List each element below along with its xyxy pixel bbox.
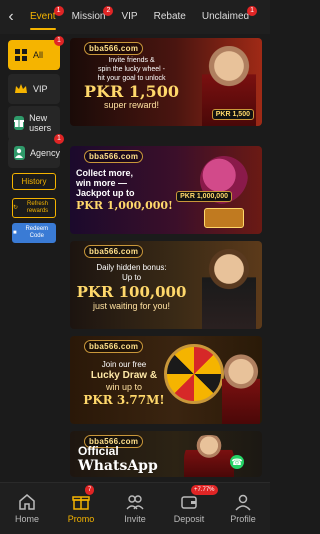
refresh-icon: ↻	[13, 204, 19, 211]
sidebar-item-label: All	[33, 50, 44, 60]
banner-subtitle: super reward!	[103, 100, 160, 110]
history-label: History	[21, 177, 47, 186]
nav-label: Home	[14, 514, 39, 524]
tab-unclaimed[interactable]: Unclaimed 1	[194, 0, 258, 34]
promo-banner-whatsapp[interactable]: bba566.com Official WhatsApp ☎	[70, 431, 262, 477]
banner-line: Up to	[121, 273, 142, 282]
banner-text: Invite friends & spin the lucky wheel - …	[74, 56, 189, 111]
tab-badge: 1	[247, 6, 258, 16]
bottom-navigation: Home 7 Promo Invite +7.77% Deposit Profi…	[0, 482, 270, 534]
refresh-rewards-button[interactable]: ↻ Refresh rewards	[12, 198, 56, 218]
banner-text: Official WhatsApp	[78, 444, 193, 475]
sidebar-item-label: VIP	[33, 84, 48, 94]
sidebar-item-all[interactable]: All 1	[8, 36, 64, 70]
banner-heading: Official	[78, 444, 119, 458]
banner-amount: PKR 100,000	[76, 283, 187, 301]
banner-line: Invite friends &	[108, 57, 155, 64]
banner-line: Jackpot up to	[76, 188, 135, 198]
wallet-icon	[180, 493, 198, 511]
nav-deposit[interactable]: +7.77% Deposit	[162, 483, 218, 534]
refresh-label: Refresh rewards	[26, 201, 49, 214]
tab-label: Rebate	[153, 11, 186, 22]
nav-promo[interactable]: 7 Promo	[54, 483, 108, 534]
tab-vip[interactable]: VIP	[113, 0, 145, 34]
redeem-icon: ■	[13, 229, 17, 236]
top-tab-bar: ‹ Event 1 Mission 2 VIP Rebate Unclaimed…	[0, 0, 270, 34]
sidebar-item-vip[interactable]: VIP	[8, 74, 60, 104]
promo-model-image	[222, 354, 260, 424]
banner-line: Daily hidden bonus:	[96, 263, 167, 272]
people-icon	[126, 493, 144, 511]
category-sidebar: All 1 VIP New users Agency 1 History ↻ R…	[0, 34, 68, 482]
redeem-code-button[interactable]: ■ Redeem Code	[12, 223, 56, 243]
tab-mission[interactable]: Mission 2	[64, 0, 114, 34]
promo-banner-jackpot[interactable]: bba566.com Collect more, win more — Jack…	[70, 146, 262, 234]
crown-icon	[14, 82, 28, 96]
banner-subtitle: just waiting for you!	[92, 301, 171, 311]
prize-tag: PKR 1,500	[211, 109, 254, 120]
banner-line: spin the lucky wheel -	[98, 66, 165, 73]
tab-label: Event	[30, 11, 56, 22]
banner-text: Daily hidden bonus: Up to PKR 100,000 ju…	[74, 263, 189, 312]
nav-badge: +7.77%	[191, 485, 218, 495]
tab-badge: 2	[103, 6, 114, 16]
tab-label: VIP	[121, 11, 138, 22]
banner-subtitle: win up to	[105, 382, 143, 392]
promo-banner-lucky-draw[interactable]: bba566.com Join our free Lucky Draw & wi…	[70, 336, 262, 424]
redeem-label: Redeem Code	[25, 226, 49, 239]
sidebar-item-label: New users	[29, 113, 52, 133]
promo-model-image	[184, 435, 234, 477]
tab-event[interactable]: Event 1	[22, 0, 64, 34]
lucky-wheel-image	[164, 344, 224, 404]
banner-line: win more —	[76, 178, 128, 188]
sidebar-item-label: Agency	[29, 148, 60, 158]
nav-label: Profile	[230, 514, 256, 524]
banner-amount: PKR 3.77M!	[83, 393, 165, 407]
promo-banner-daily-bonus[interactable]: bba566.com Daily hidden bonus: Up to PKR…	[70, 241, 262, 329]
sidebar-item-new-users[interactable]: New users	[8, 106, 60, 140]
sidebar-item-agency[interactable]: Agency 1	[8, 134, 64, 168]
tab-label: Mission	[71, 11, 106, 22]
gift-icon	[14, 116, 25, 130]
banner-text: Join our free Lucky Draw & win up to PKR…	[74, 360, 174, 407]
nav-badge: 7	[85, 485, 95, 495]
brand-logo: bba566.com	[84, 245, 144, 258]
history-button[interactable]: History	[12, 173, 56, 190]
banner-amount: PKR 1,500	[84, 82, 179, 101]
nav-home[interactable]: Home	[0, 483, 54, 534]
nav-label: Invite	[124, 514, 146, 524]
brand-logo: bba566.com	[84, 340, 144, 353]
banner-line: Join our free	[101, 360, 147, 369]
tab-label: Unclaimed	[201, 11, 250, 22]
brand-logo: bba566.com	[84, 42, 144, 55]
nav-label: Promo	[67, 514, 95, 524]
banner-heading: Lucky Draw &	[90, 370, 158, 381]
treasure-chest-image	[204, 208, 244, 228]
prize-tag: PKR 1,000,000	[176, 191, 232, 202]
nav-invite[interactable]: Invite	[108, 483, 162, 534]
banner-text: Collect more, win more — Jackpot up to P…	[76, 168, 191, 212]
sidebar-badge: 1	[54, 134, 64, 144]
back-arrow-icon[interactable]: ‹	[0, 0, 22, 34]
banner-line: Collect more,	[76, 168, 134, 178]
nav-profile[interactable]: Profile	[216, 483, 270, 534]
sidebar-badge: 1	[54, 36, 64, 46]
nav-label: Deposit	[173, 514, 205, 524]
home-icon	[18, 493, 36, 511]
promo-banner-invite[interactable]: bba566.com Invite friends & spin the luc…	[70, 38, 262, 126]
tab-badge: 1	[53, 6, 64, 16]
banner-title: WhatsApp	[78, 458, 158, 474]
tab-rebate[interactable]: Rebate	[146, 0, 194, 34]
banner-amount: PKR 1,000,000!	[76, 199, 173, 212]
promo-model-image	[202, 249, 256, 329]
grid-icon	[14, 48, 28, 62]
whatsapp-icon: ☎	[230, 455, 244, 469]
gift-icon	[72, 493, 90, 511]
brand-logo: bba566.com	[84, 150, 144, 163]
agency-icon	[14, 146, 25, 160]
person-icon	[234, 493, 252, 511]
